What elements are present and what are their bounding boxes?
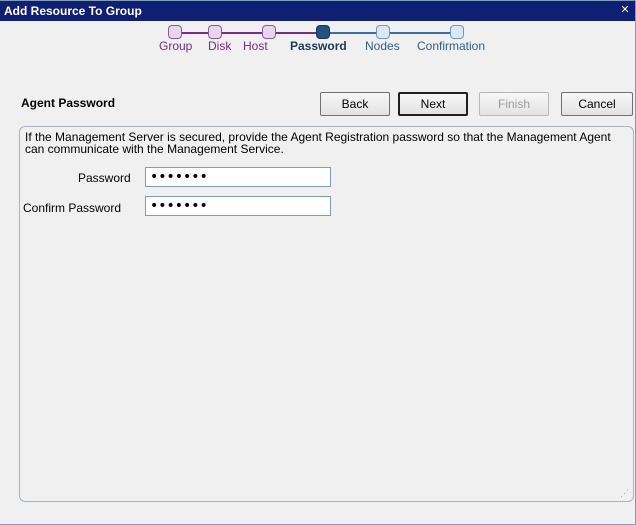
content-panel: If the Management Server is secured, pro… — [19, 126, 634, 502]
section-title: Agent Password — [21, 96, 116, 110]
password-label: Password — [78, 171, 131, 185]
window-title: Add Resource To Group — [4, 4, 142, 18]
step-connector — [330, 32, 376, 34]
step-connector — [276, 32, 316, 34]
confirm-password-label: Confirm Password — [23, 201, 122, 215]
back-button[interactable]: Back — [320, 92, 390, 116]
cancel-button[interactable]: Cancel — [561, 92, 633, 116]
step-label-nodes: Nodes — [365, 39, 400, 53]
step-label-host: Host — [243, 39, 268, 53]
step-node-group — [168, 25, 182, 39]
step-connector — [390, 32, 450, 34]
close-icon[interactable]: ✕ — [619, 4, 631, 16]
title-bar: Add Resource To Group ✕ — [0, 1, 635, 21]
password-field[interactable]: ••••••• — [145, 167, 331, 187]
step-connector — [182, 32, 208, 34]
step-node-confirmation — [450, 25, 464, 39]
step-label-confirmation: Confirmation — [417, 39, 486, 53]
wizard-steps: Group Disk Host Password Nodes Confirmat… — [150, 19, 510, 83]
step-node-disk — [208, 25, 222, 39]
finish-button[interactable]: Finish — [479, 92, 549, 116]
step-node-nodes — [376, 25, 390, 39]
next-button[interactable]: Next — [398, 92, 468, 116]
step-label-disk: Disk — [208, 39, 232, 53]
step-connector — [222, 32, 262, 34]
step-node-password — [316, 25, 330, 39]
resize-grip-icon[interactable]: ⋰ — [620, 488, 630, 498]
step-node-host — [262, 25, 276, 39]
wizard-header: Agent Password Back Next Finish Cancel — [0, 87, 635, 119]
step-label-password: Password — [290, 39, 347, 53]
description-text: If the Management Server is secured, pro… — [25, 130, 611, 156]
confirm-password-field[interactable]: ••••••• — [145, 196, 331, 216]
add-resource-dialog: Add Resource To Group ✕ Group Disk Host … — [0, 0, 636, 525]
step-label-group: Group — [159, 39, 193, 53]
